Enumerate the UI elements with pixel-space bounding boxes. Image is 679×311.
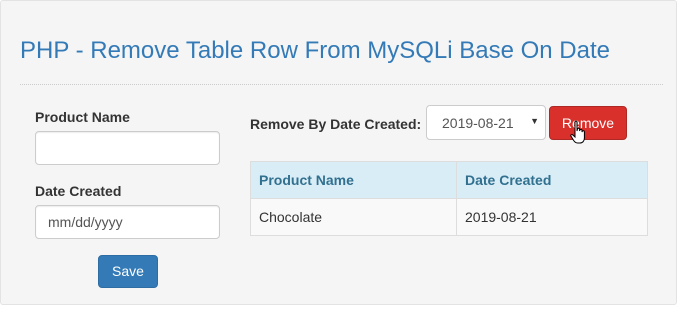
product-name-label: Product Name: [35, 109, 130, 125]
caret-down-icon: ▼: [530, 116, 539, 126]
products-table: Product Name Date Created Chocolate 2019…: [250, 161, 648, 236]
product-name-input[interactable]: [35, 131, 220, 165]
page-title: PHP - Remove Table Row From MySQLi Base …: [20, 37, 610, 64]
cell-date-created: 2019-08-21: [456, 198, 648, 236]
hand-pointer-icon: [570, 120, 585, 144]
date-select-value: 2019-08-21: [442, 115, 514, 131]
table-header-row: Product Name Date Created: [250, 161, 648, 199]
save-button[interactable]: Save: [98, 255, 158, 288]
date-select[interactable]: 2019-08-21 ▼: [426, 105, 546, 140]
column-header-date-created: Date Created: [456, 161, 648, 199]
cell-product-name: Chocolate: [250, 198, 457, 236]
date-created-label: Date Created: [35, 183, 122, 199]
divider: [20, 84, 663, 85]
table-row: Chocolate 2019-08-21: [250, 198, 648, 236]
date-created-input[interactable]: [35, 205, 220, 239]
content-panel: PHP - Remove Table Row From MySQLi Base …: [0, 0, 677, 305]
column-header-product-name: Product Name: [250, 161, 457, 199]
remove-button[interactable]: Remove: [549, 106, 627, 140]
remove-by-date-label: Remove By Date Created:: [250, 116, 422, 132]
